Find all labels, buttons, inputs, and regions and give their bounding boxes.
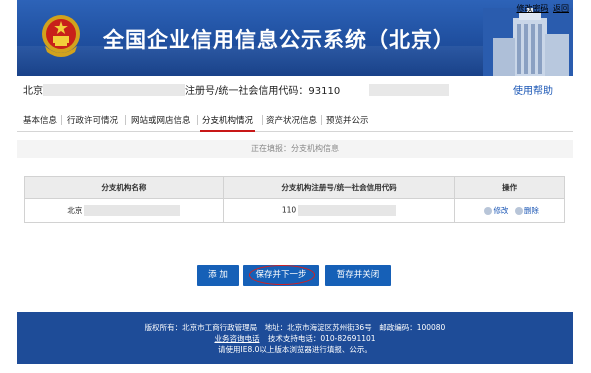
redacted-name [43,84,185,96]
delete-label: 删除 [523,206,539,215]
add-button[interactable]: 添 加 [197,265,239,286]
site-footer: 版权所有：北京市工商行政管理局 地址：北京市海淀区苏州街36号 邮政编码：100… [17,312,573,364]
enterprise-info-row: 北京 注册号/统一社会信用代码：93110 使用帮助 [17,82,573,98]
column-header-operation: 操作 [454,176,565,199]
tab-preview-publish[interactable]: 预览并公示 [324,114,371,126]
footer-copyright: 版权所有：北京市工商行政管理局 地址：北京市海淀区苏州街36号 邮政编码：100… [144,323,446,332]
tab-divider [262,115,263,125]
return-link[interactable]: 返回 [553,4,569,13]
delete-link[interactable]: 删除 [514,206,539,215]
delete-icon [514,207,523,215]
save-next-button[interactable]: 保存并下一步 [243,265,319,286]
change-password-link[interactable]: 修改密码 [516,4,548,13]
help-link[interactable]: 使用帮助 [513,82,553,97]
tab-divider [321,115,322,125]
tab-asset-status[interactable]: 资产状况信息 [264,114,319,126]
redacted-branch-name [84,205,181,217]
column-header-reg-number: 分支机构注册号/统一社会信用代码 [222,176,456,199]
top-links: 修改密码 返回 [514,3,569,14]
branch-name: 北京 [67,205,83,215]
save-close-button[interactable]: 暂存并关闭 [325,265,391,286]
national-emblem-icon [42,15,80,57]
registration-number: 注册号/统一社会信用代码：93110 [185,86,341,97]
tech-support-phone: 技术支持电话：010-82691101 [267,334,376,343]
redacted-branch-reg [298,205,397,216]
footer-browser-note: 请使用IE8.0以上版本浏览器进行填报、公示。 [218,345,372,354]
tab-website-info[interactable]: 网站或网店信息 [129,114,193,126]
status-text: 正在填报：分支机构信息 [17,140,573,158]
site-title: 全国企业信用信息公示系统（北京） [103,28,455,52]
tab-basic-info[interactable]: 基本信息 [21,114,59,126]
operation-cell: 修改 删除 [454,198,565,223]
redacted-reg-number [369,84,449,96]
branch-name-cell: 北京 [24,198,224,223]
site-header: 全国企业信用信息公示系统（北京） 修改密码 返回 [17,0,573,76]
enterprise-location: 北京 [23,86,43,97]
table-row: 北京 110 修改 删除 [24,198,565,223]
tab-divider [197,115,198,125]
branch-table: 分支机构名称 分支机构注册号/统一社会信用代码 操作 北京 110 修改 删除 [24,176,565,223]
column-header-branch-name: 分支机构名称 [24,176,224,199]
footer-contact-line: 业务咨询电话 技术支持电话：010-82691101 [17,333,573,344]
edit-icon [484,207,493,215]
tab-divider [61,115,62,125]
building-illustration [483,8,573,76]
tab-divider [125,115,126,125]
tab-bar: 基本信息 行政许可情况 网站或网店信息 分支机构情况 资产状况信息 预览并公示 [17,110,573,132]
branch-reg-number: 110 [281,205,297,215]
tab-branch-info[interactable]: 分支机构情况 [200,114,256,132]
table-header-row: 分支机构名称 分支机构注册号/统一社会信用代码 操作 [24,176,565,199]
edit-link[interactable]: 修改 [484,206,508,215]
consult-phone-link[interactable]: 业务咨询电话 [214,334,259,343]
branch-reg-cell: 110 [222,198,456,223]
edit-label: 修改 [493,206,509,215]
tab-admin-license[interactable]: 行政许可情况 [65,114,120,126]
